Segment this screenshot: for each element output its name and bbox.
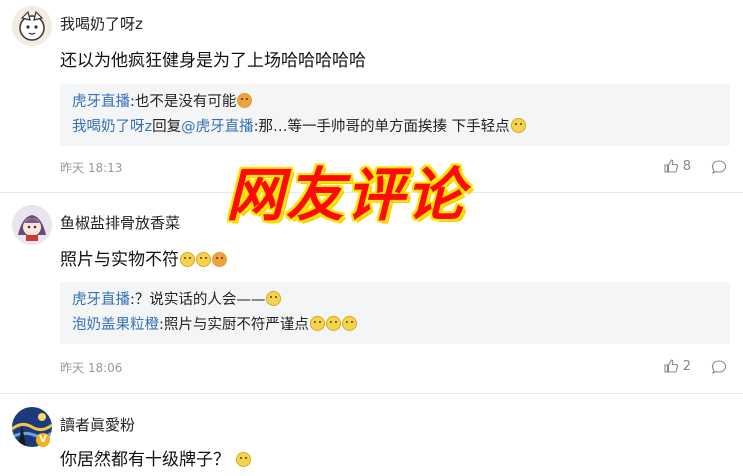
reply-mid: 回复: [152, 119, 182, 135]
emoji-icon: [212, 252, 227, 267]
reply-target[interactable]: @虎牙直播: [181, 119, 254, 135]
like-button[interactable]: 2: [663, 358, 691, 374]
emoji-icon: [510, 118, 526, 133]
reply-text: :那…等一手帅哥的单方面挨揍 下手轻点: [253, 119, 510, 135]
thumb-up-icon: [664, 159, 678, 173]
username[interactable]: 我喝奶了呀z: [60, 13, 143, 34]
emoji-icon: [237, 93, 253, 108]
emoji-icon: [266, 291, 282, 306]
comment-text: 照片与实物不符: [60, 245, 227, 270]
reply-author[interactable]: 虎牙直播: [72, 94, 130, 110]
divider: [0, 393, 743, 394]
verified-badge: V: [36, 433, 50, 447]
like-count: 8: [682, 158, 691, 174]
reply-line: 虎牙直播:？说实话的人会——: [72, 288, 282, 309]
comment-time: 昨天 18:13: [60, 161, 123, 175]
username[interactable]: 鱼椒盐排骨放香菜: [60, 212, 180, 233]
avatar[interactable]: [12, 6, 52, 46]
comment-text: 还以为他疯狂健身是为了上场哈哈哈哈哈: [60, 51, 366, 71]
reply-author[interactable]: 我喝奶了呀z: [72, 119, 152, 135]
reply-box: 虎牙直播:也不是没有可能 我喝奶了呀z回复@虎牙直播:那…等一手帅哥的单方面挨揍…: [60, 84, 730, 146]
emoji-icon: [325, 316, 341, 331]
comment-time: 昨天 18:06: [60, 361, 123, 375]
reply-box: 虎牙直播:？说实话的人会—— 泡奶盖果粒橙:照片与实厨不符严谨点: [60, 282, 730, 344]
emoji-icon: [196, 252, 211, 267]
comment-text-body: 你居然都有十级牌子？: [60, 450, 230, 470]
overlay-headline: 网友评论: [226, 161, 467, 229]
comment-text-body: 照片与实物不符: [60, 250, 179, 270]
reply-line: 我喝奶了呀z回复@虎牙直播:那…等一手帅哥的单方面挨揍 下手轻点: [72, 115, 526, 136]
avatar-icon: [12, 6, 52, 46]
thumb-up-icon: [664, 359, 678, 373]
comment-text: 你居然都有十级牌子？: [60, 445, 252, 470]
emoji-icon: [341, 316, 357, 331]
reply-author[interactable]: 泡奶盖果粒橙: [72, 317, 159, 333]
reply-text: :照片与实厨不符严谨点: [159, 317, 309, 333]
avatar-icon: [12, 205, 52, 245]
reply-author[interactable]: 虎牙直播: [72, 292, 130, 308]
reply-text: :也不是没有可能: [130, 94, 237, 110]
comment-bubble-icon[interactable]: [711, 359, 727, 375]
avatar[interactable]: [12, 205, 52, 245]
username[interactable]: 讀者眞愛粉: [60, 414, 135, 435]
emoji-icon: [180, 252, 195, 267]
reply-line: 泡奶盖果粒橙:照片与实厨不符严谨点: [72, 313, 357, 334]
reply-line: 虎牙直播:也不是没有可能: [72, 90, 253, 111]
emoji-icon: [309, 316, 325, 331]
reply-text: :？说实话的人会——: [130, 292, 266, 308]
like-button[interactable]: 8: [663, 158, 691, 174]
emoji-icon: [236, 452, 252, 467]
like-count: 2: [682, 358, 691, 374]
comment-bubble-icon[interactable]: [711, 159, 727, 175]
